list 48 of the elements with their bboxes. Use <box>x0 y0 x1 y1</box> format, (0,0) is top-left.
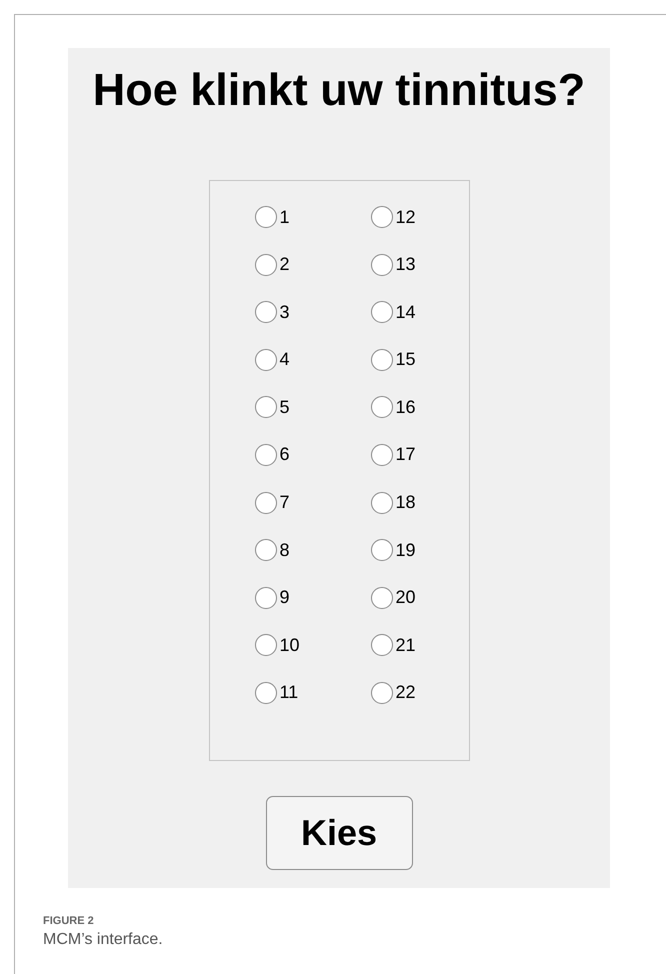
radio-button[interactable] <box>370 586 392 609</box>
radio-button[interactable] <box>370 444 392 466</box>
radio-button[interactable] <box>370 206 392 228</box>
radio-button[interactable] <box>370 396 392 418</box>
option-label[interactable]: 6 <box>280 444 290 466</box>
option-label[interactable]: 4 <box>280 349 290 370</box>
radio-button[interactable] <box>254 301 276 324</box>
option-label[interactable]: 3 <box>280 302 290 323</box>
radio-button[interactable] <box>254 254 276 276</box>
option-label[interactable]: 17 <box>396 444 416 466</box>
option-label[interactable]: 16 <box>396 396 416 418</box>
radio-button[interactable] <box>254 348 276 371</box>
radio-button[interactable] <box>370 254 392 276</box>
radio-button[interactable] <box>370 634 392 656</box>
option-label[interactable]: 10 <box>280 634 300 656</box>
radio-button[interactable] <box>254 586 276 609</box>
figure-label: FIGURE 2 <box>43 915 95 927</box>
radio-button[interactable] <box>254 396 276 418</box>
radio-button[interactable] <box>254 206 276 228</box>
radio-button[interactable] <box>254 682 276 704</box>
option-label[interactable]: 11 <box>280 682 298 704</box>
choose-button[interactable]: Kies <box>266 796 412 870</box>
radio-button[interactable] <box>370 301 392 324</box>
figure-caption: MCM’s interface. <box>43 931 164 949</box>
option-label[interactable]: 1 <box>280 206 290 228</box>
option-label[interactable]: 13 <box>396 254 416 276</box>
radio-button[interactable] <box>254 539 276 562</box>
radio-button[interactable] <box>370 539 392 562</box>
option-label[interactable]: 22 <box>396 682 416 704</box>
question-title: Hoe klinkt uw tinnitus? <box>92 63 586 117</box>
option-label[interactable]: 5 <box>280 396 290 418</box>
option-label[interactable]: 12 <box>396 206 416 228</box>
option-label[interactable]: 18 <box>396 492 416 514</box>
option-label[interactable]: 19 <box>396 540 416 561</box>
option-label[interactable]: 14 <box>396 302 416 323</box>
radio-button[interactable] <box>370 682 392 704</box>
radio-button[interactable] <box>254 492 276 514</box>
option-label[interactable]: 21 <box>396 634 416 656</box>
radio-button[interactable] <box>370 348 392 371</box>
option-label[interactable]: 20 <box>396 587 416 608</box>
option-label[interactable]: 7 <box>280 492 290 514</box>
option-label[interactable]: 9 <box>280 587 290 608</box>
option-label[interactable]: 15 <box>396 349 416 370</box>
option-label[interactable]: 8 <box>280 540 290 561</box>
option-label[interactable]: 2 <box>280 254 290 276</box>
radio-button[interactable] <box>370 492 392 514</box>
radio-button[interactable] <box>254 634 276 656</box>
radio-button[interactable] <box>254 444 276 466</box>
